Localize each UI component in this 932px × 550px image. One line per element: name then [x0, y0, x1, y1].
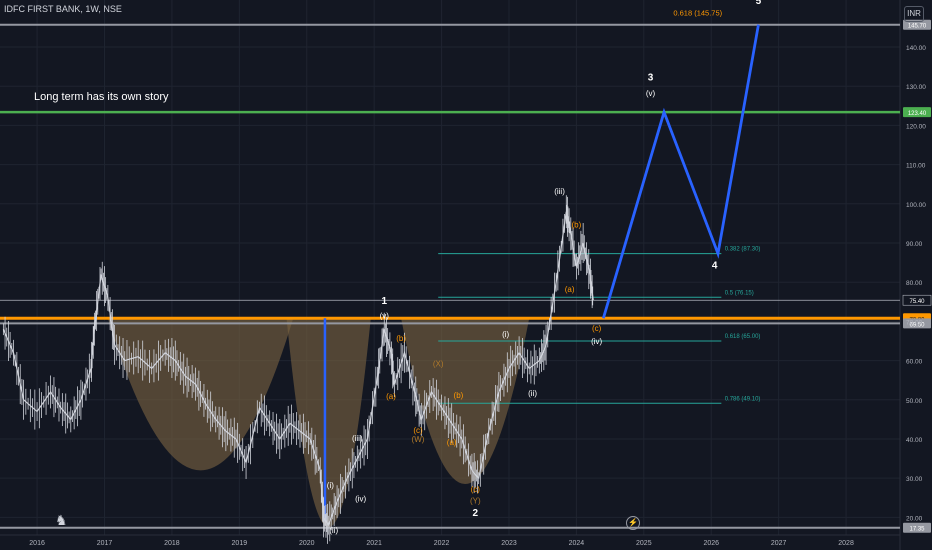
wave-label: (v) [646, 89, 656, 98]
wave-label: (a) [565, 285, 575, 294]
y-tick-label: 120.00 [906, 123, 926, 130]
wave-label: (i) [327, 481, 334, 490]
x-tick-label: 2023 [501, 540, 517, 547]
y-tick-label: 90.00 [906, 241, 923, 248]
price-tag-label: 123.40 [908, 111, 927, 117]
wave-label: (iv) [591, 337, 602, 346]
x-tick-label: 2027 [771, 540, 787, 547]
x-tick-label: 2017 [97, 540, 113, 547]
y-tick-label: 50.00 [906, 398, 923, 405]
fib-level-label: 0.618 (65.00) [725, 334, 761, 340]
fib-level-label: 0.382 (87.30) [725, 247, 761, 253]
wave-label: 4 [712, 260, 718, 271]
tradingview-logo-icon: ♞ [55, 512, 68, 528]
y-tick-label: 30.00 [906, 476, 923, 483]
wave-label: (iv) [355, 495, 366, 504]
fib-target-label: 0.618 (145.75) [673, 9, 722, 18]
wave-label: (ii) [528, 389, 537, 398]
wave-label: (c) [413, 426, 423, 435]
wave-label: 1 [381, 296, 387, 307]
wave-label: (i) [502, 330, 509, 339]
x-tick-label: 2021 [366, 540, 382, 547]
long-term-note: Long term has its own story [34, 91, 169, 103]
wave-label: (b) [454, 391, 464, 400]
x-tick-label: 2024 [569, 540, 585, 547]
fib-level-label: 0.786 (49.10) [725, 396, 761, 402]
y-tick-label: 110.00 [906, 163, 926, 170]
x-tick-label: 2018 [164, 540, 180, 547]
wave-label: (b) [396, 334, 406, 343]
price-chart[interactable]: 0.382 (87.30) 0.5 (76.15) 0.618 (65.00) 0.7… [0, 0, 932, 550]
y-tick-label: 20.00 [906, 515, 923, 522]
wave-label: 5 [756, 0, 762, 7]
symbol-title[interactable]: IDFC FIRST BANK, 1W, NSE [4, 4, 122, 14]
wave-label: (X) [433, 359, 444, 368]
currency-label[interactable]: INR [904, 6, 924, 22]
y-tick-label: 140.00 [906, 45, 926, 52]
wave-label: (W) [412, 435, 425, 444]
wave-label: 3 [648, 72, 654, 83]
fib-level-label: 0.5 (76.15) [725, 290, 754, 296]
x-tick-label: 2022 [434, 540, 450, 547]
x-tick-label: 2016 [29, 540, 45, 547]
x-tick-label: 2026 [703, 540, 719, 547]
wave-label: (b) [572, 220, 582, 229]
wave-label: (iii) [554, 187, 565, 196]
x-tick-label: 2028 [838, 540, 854, 547]
y-tick-label: 80.00 [906, 280, 923, 287]
wave-label: (v) [380, 311, 390, 320]
wave-label: (a) [386, 392, 396, 401]
wave-label: (a) [447, 438, 457, 447]
lightning-icon[interactable]: ⚡ [626, 516, 640, 530]
x-tick-label: 2025 [636, 540, 652, 547]
wave-label: (c) [471, 485, 481, 494]
wave-label: (c) [592, 324, 602, 333]
wave-label: (iii) [352, 434, 363, 443]
y-tick-label: 40.00 [906, 437, 923, 444]
wave-label: (ii) [329, 526, 338, 535]
x-tick-label: 2020 [299, 540, 315, 547]
price-tag-label: 145.70 [908, 24, 927, 30]
y-tick-label: 130.00 [906, 84, 926, 91]
y-tick-label: 100.00 [906, 202, 926, 209]
y-tick-label: 60.00 [906, 359, 923, 366]
wave-label: 2 [472, 508, 478, 519]
last-price-tag: 75.40 [909, 299, 925, 305]
price-tag-label: 17.35 [909, 527, 925, 533]
y-tick-label: 70.00 [906, 319, 923, 326]
wave-label: (Y) [470, 497, 481, 506]
x-tick-label: 2019 [232, 540, 248, 547]
